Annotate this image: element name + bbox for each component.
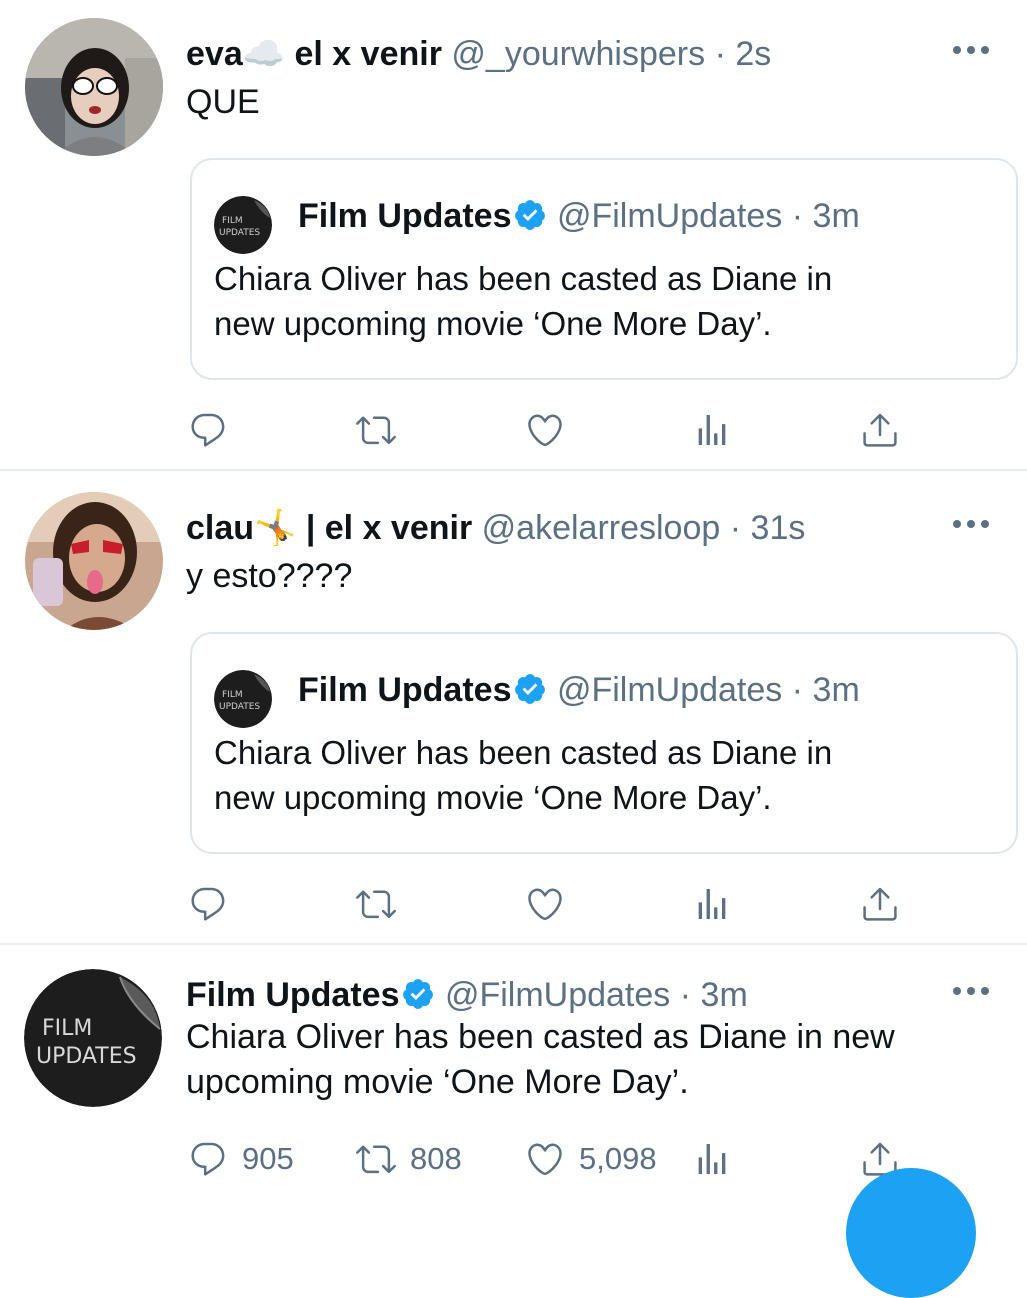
reply-button[interactable] — [188, 408, 228, 452]
timestamp[interactable]: 3m — [701, 976, 748, 1014]
tweet-actions — [0, 408, 1027, 452]
reply-button[interactable] — [188, 882, 228, 926]
tweet-text: QUE — [186, 83, 260, 121]
tweet[interactable]: clau🤸 | el x venir @akelarresloop · 31s … — [0, 471, 1027, 944]
share-button[interactable] — [860, 408, 900, 452]
handle[interactable]: @_yourwhispers — [451, 35, 705, 73]
quoted-header: Film Updates @FilmUpdates · 3m — [298, 196, 860, 236]
quoted-header: Film Updates @FilmUpdates · 3m — [298, 670, 860, 710]
like-icon — [525, 410, 565, 450]
share-icon — [860, 884, 900, 924]
quoted-timestamp[interactable]: 3m — [813, 671, 860, 709]
retweet-icon — [356, 410, 396, 450]
tweet[interactable]: eva☁️ el x venir @_yourwhispers · 2s QUE… — [0, 0, 1027, 470]
like-icon — [525, 1139, 565, 1179]
retweet-icon — [356, 1139, 396, 1179]
verified-icon — [513, 672, 547, 706]
quoted-tweet[interactable]: FILM UPDATES Film Updates @FilmUpdates ·… — [190, 632, 1018, 854]
tweet-text-line: Chiara Oliver has been casted as Diane i… — [186, 1018, 895, 1056]
quoted-handle[interactable]: @FilmUpdates — [557, 671, 782, 709]
quoted-text-line: new upcoming movie ‘One More Day’. — [214, 305, 772, 342]
display-name[interactable]: Film Updates — [186, 976, 399, 1014]
reply-icon — [188, 1139, 228, 1179]
quoted-text-line: new upcoming movie ‘One More Day’. — [214, 779, 772, 816]
analytics-button[interactable] — [692, 408, 732, 452]
more-icon[interactable] — [953, 985, 989, 997]
share-icon — [860, 410, 900, 450]
logo-text-top: FILM — [222, 690, 243, 700]
avatar[interactable] — [25, 492, 163, 630]
reply-count: 905 — [242, 1141, 294, 1176]
retweet-button[interactable] — [356, 882, 396, 926]
analytics-button[interactable] — [692, 882, 732, 926]
quoted-avatar[interactable]: FILM UPDATES — [214, 196, 272, 254]
retweet-button[interactable]: 808 — [356, 1137, 462, 1181]
logo-text-bottom: UPDATES — [36, 1044, 137, 1069]
quoted-text-line: Chiara Oliver has been casted as Diane i… — [214, 260, 833, 297]
like-count: 5,098 — [579, 1141, 657, 1176]
tweet-text: Chiara Oliver has been casted as Diane i… — [186, 1015, 895, 1105]
retweet-count: 808 — [410, 1141, 462, 1176]
tweet-header: eva☁️ el x venir @_yourwhispers · 2s — [186, 34, 771, 74]
quoted-text-line: Chiara Oliver has been casted as Diane i… — [214, 734, 833, 771]
separator-dot: · — [791, 197, 804, 235]
reply-button[interactable]: 905 — [188, 1137, 294, 1181]
retweet-icon — [356, 884, 396, 924]
quoted-text: Chiara Oliver has been casted as Diane i… — [214, 730, 832, 820]
like-button[interactable]: 5,098 — [525, 1137, 657, 1181]
quoted-display-name[interactable]: Film Updates — [298, 671, 511, 709]
reply-icon — [188, 884, 228, 924]
verified-icon — [401, 977, 435, 1011]
logo-text-top: FILM — [42, 1016, 92, 1041]
separator-dot: · — [729, 509, 742, 547]
tweet-text-line: upcoming movie ‘One More Day’. — [186, 1063, 689, 1101]
compose-tweet-button[interactable] — [846, 1168, 976, 1298]
analytics-button[interactable] — [692, 1137, 732, 1181]
display-name[interactable]: clau🤸 | el x venir — [186, 509, 472, 547]
share-button[interactable] — [860, 882, 900, 926]
separator-dot: · — [791, 671, 804, 709]
retweet-button[interactable] — [356, 408, 396, 452]
analytics-icon — [692, 410, 732, 450]
like-button[interactable] — [525, 408, 565, 452]
separator-dot: · — [714, 35, 726, 73]
separator-dot: · — [679, 976, 692, 1014]
analytics-icon — [692, 884, 732, 924]
like-icon — [525, 884, 565, 924]
handle[interactable]: @akelarresloop — [482, 509, 721, 547]
quoted-display-name[interactable]: Film Updates — [298, 197, 511, 235]
tweet-actions — [0, 882, 1027, 926]
tweet-text: y esto???? — [186, 557, 353, 595]
more-icon[interactable] — [953, 518, 989, 530]
quoted-handle[interactable]: @FilmUpdates — [557, 197, 782, 235]
display-name[interactable]: eva☁️ el x venir — [186, 35, 442, 73]
logo-text-bottom: UPDATES — [219, 702, 260, 712]
reply-icon — [188, 410, 228, 450]
verified-icon — [513, 198, 547, 232]
more-icon[interactable] — [953, 44, 989, 56]
tweet[interactable]: FILM UPDATES Film Updates @FilmUpdates ·… — [0, 945, 1027, 1200]
logo-text-bottom: UPDATES — [219, 228, 260, 238]
tweet-header: clau🤸 | el x venir @akelarresloop · 31s — [186, 508, 805, 548]
quoted-avatar[interactable]: FILM UPDATES — [214, 670, 272, 728]
analytics-icon — [692, 1139, 732, 1179]
logo-text-top: FILM — [222, 216, 243, 226]
timestamp[interactable]: 2s — [735, 35, 771, 73]
timestamp[interactable]: 31s — [751, 509, 806, 547]
tweet-header: Film Updates @FilmUpdates · 3m — [186, 975, 748, 1015]
tweet-actions: 905 808 5,098 — [0, 1137, 1027, 1181]
avatar[interactable]: FILM UPDATES — [24, 969, 162, 1107]
quoted-text: Chiara Oliver has been casted as Diane i… — [214, 256, 832, 346]
handle[interactable]: @FilmUpdates — [445, 976, 670, 1014]
avatar[interactable] — [25, 18, 163, 156]
quoted-tweet[interactable]: FILM UPDATES Film Updates @FilmUpdates ·… — [190, 158, 1018, 380]
like-button[interactable] — [525, 882, 565, 926]
quoted-timestamp[interactable]: 3m — [813, 197, 860, 235]
